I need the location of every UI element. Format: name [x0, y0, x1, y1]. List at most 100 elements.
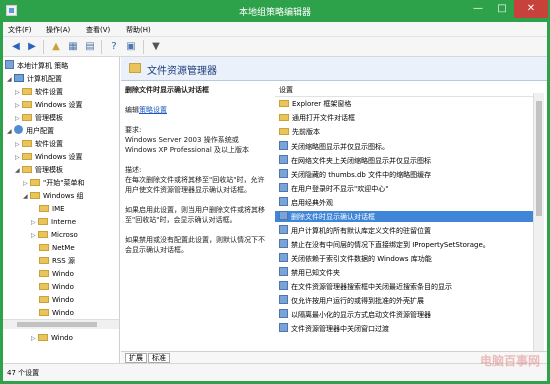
minimize-button[interactable]: — — [466, 0, 490, 18]
expand-arrow-icon[interactable]: ▷ — [31, 333, 38, 344]
policy-icon — [279, 267, 288, 276]
toolbar-separator — [101, 40, 102, 54]
tree-item[interactable]: Windo — [39, 281, 74, 293]
collapse-arrow-icon[interactable]: ◢ — [23, 191, 30, 202]
details-panel: 文件资源管理器 删除文件时显示确认对话框 编辑策略设置 要求: Windows … — [121, 57, 547, 363]
tree-item[interactable]: IME — [39, 203, 65, 215]
scrollbar-thumb[interactable] — [536, 101, 542, 216]
tree-item[interactable]: ◢ 管理模板 — [15, 164, 63, 176]
tab-standard[interactable]: 标准 — [148, 353, 170, 363]
menu-bar: 文件(F) 操作(A) 查看(V) 帮助(H) — [3, 22, 547, 37]
show-tree-icon[interactable]: ▦ — [66, 40, 80, 54]
properties-icon[interactable]: ▣ — [124, 40, 138, 54]
expand-arrow-icon[interactable]: ▷ — [31, 217, 38, 228]
tree-pane: 本地计算机 策略 ◢ 计算机配置 ▷ 软件设置 ▷ Windows 设置 ▷ 管理模板 … — [3, 57, 120, 363]
title-bar: 本地组策略编辑器 — □ ✕ — [0, 0, 550, 22]
tree-horizontal-scrollbar[interactable] — [3, 319, 119, 329]
close-button[interactable]: ✕ — [514, 0, 548, 18]
list-item[interactable]: 禁用已知文件夹 — [275, 267, 537, 278]
menu-action[interactable]: 操作(A) — [46, 25, 70, 35]
tab-extended[interactable]: 扩展 — [125, 353, 147, 363]
list-vertical-scrollbar[interactable] — [533, 93, 544, 355]
filter-icon[interactable]: ▼ — [149, 40, 163, 54]
disabled-text: 如果禁用或没有配置此设置，则默认情况下不会显示确认对话框。 — [125, 236, 265, 254]
list-item[interactable]: 通用打开文件对话框 — [275, 113, 537, 124]
help-icon[interactable]: ? — [107, 40, 121, 54]
tree-item[interactable]: ▷ Microso — [31, 229, 78, 241]
policy-icon — [279, 169, 288, 178]
list-item[interactable]: 关闭隐藏的 thumbs.db 文件中的缩略图缓存 — [275, 169, 537, 180]
list-item[interactable]: 启用经典外观 — [275, 197, 537, 208]
tree-item[interactable]: Windo — [39, 307, 74, 319]
description-pane: 删除文件时显示确认对话框 编辑策略设置 要求: Windows Server 2… — [125, 85, 270, 335]
tree-item[interactable]: Windo — [39, 268, 74, 280]
folder-icon — [38, 231, 48, 238]
folder-icon — [279, 128, 289, 135]
tree-item[interactable]: RSS 源 — [39, 255, 75, 267]
policy-icon — [279, 295, 288, 304]
list-item[interactable]: 禁止在没有中间层的情况下直接绑定到 IPropertySetStorage。 — [275, 239, 537, 250]
tree-item[interactable]: 本地计算机 策略 — [5, 60, 68, 72]
policy-icon — [279, 253, 288, 262]
column-header-setting[interactable]: 设置 — [275, 85, 537, 97]
back-icon[interactable]: ◀ — [9, 40, 23, 54]
expand-arrow-icon[interactable]: ▷ — [15, 100, 22, 111]
tree-item[interactable]: ◢ Windows 组 — [23, 190, 83, 202]
tree-item[interactable]: ◢ 计算机配置 — [7, 73, 62, 85]
edit-line: 编辑策略设置 — [125, 105, 270, 115]
list-item[interactable]: 在网络文件夹上关闭缩略图显示并仅显示图标 — [275, 155, 537, 166]
folder-icon — [129, 63, 141, 73]
tree-item[interactable]: NetMe — [39, 242, 75, 254]
list-item[interactable]: 先前版本 — [275, 127, 537, 138]
requirements-label: 要求: — [125, 126, 142, 134]
folder-icon — [30, 192, 40, 199]
collapse-arrow-icon[interactable]: ◢ — [15, 165, 22, 176]
expand-arrow-icon[interactable]: ▷ — [15, 139, 22, 150]
menu-help[interactable]: 帮助(H) — [126, 25, 151, 35]
collapse-arrow-icon[interactable]: ◢ — [7, 74, 14, 85]
tree-item[interactable]: ▷ Windo — [31, 332, 73, 344]
expand-arrow-icon[interactable]: ▷ — [23, 178, 30, 189]
maximize-button[interactable]: □ — [490, 0, 514, 18]
folder-icon — [39, 296, 49, 303]
tree-item[interactable]: ◢ 用户配置 — [7, 125, 54, 137]
export-list-icon[interactable]: ▤ — [83, 40, 97, 54]
collapse-arrow-icon[interactable]: ◢ — [7, 126, 14, 137]
folder-icon — [38, 218, 48, 225]
tree-item[interactable]: ▷ 管理模板 — [15, 112, 63, 124]
scrollbar-thumb[interactable] — [17, 322, 97, 327]
description-label: 描述: — [125, 166, 142, 174]
edit-prefix: 编辑 — [125, 106, 139, 114]
tree-item[interactable]: Windo — [39, 294, 74, 306]
policy-icon — [279, 197, 288, 206]
tree-item[interactable]: ▷ 软件设置 — [15, 86, 63, 98]
up-folder-icon[interactable]: ▲ — [49, 40, 63, 54]
policy-settings-link[interactable]: 策略设置 — [139, 106, 167, 114]
policy-icon — [279, 155, 288, 164]
list-item[interactable]: 在用户登录时不显示"欢迎中心" — [275, 183, 537, 194]
policy-icon — [279, 183, 288, 192]
menu-file[interactable]: 文件(F) — [8, 25, 32, 35]
toolbar-separator — [143, 40, 144, 54]
list-item[interactable]: Explorer 框架窗格 — [275, 99, 537, 110]
expand-arrow-icon[interactable]: ▷ — [31, 230, 38, 241]
list-item[interactable]: 关闭依赖于索引文件数据的 Windows 库功能 — [275, 253, 537, 264]
list-item[interactable]: 用户计算机的所有默认库定义文件的驻留位置 — [275, 225, 537, 236]
list-item[interactable]: 关闭缩略图显示并仅显示图标。 — [275, 141, 537, 152]
expand-arrow-icon[interactable]: ▷ — [15, 113, 22, 124]
tree-item[interactable]: ▷ Windows 设置 — [15, 151, 82, 163]
tree-item[interactable]: ▷ 软件设置 — [15, 138, 63, 150]
list-item[interactable]: 仅允许按用户运行的或得到批准的外壳扩展 — [275, 295, 537, 306]
tree-item[interactable]: ▷ Interne — [31, 216, 76, 228]
tree-item[interactable]: ▷ Windows 设置 — [15, 99, 82, 111]
expand-arrow-icon[interactable]: ▷ — [15, 152, 22, 163]
tree-item[interactable]: ▷ "开始"菜单和 — [23, 177, 84, 189]
policy-icon — [279, 225, 288, 234]
expand-arrow-icon[interactable]: ▷ — [15, 87, 22, 98]
forward-icon[interactable]: ▶ — [25, 40, 39, 54]
list-item[interactable]: 在文件资源管理器搜索框中关闭最近搜索条目的显示 — [275, 281, 537, 292]
list-item[interactable]: 以隔离最小化的显示方式启动文件资源管理器 — [275, 309, 537, 320]
list-item-selected[interactable]: 删除文件时显示确认对话框 — [275, 211, 537, 222]
menu-view[interactable]: 查看(V) — [86, 25, 110, 35]
list-item[interactable]: 文件资源管理器中关闭窗口过渡 — [275, 323, 537, 334]
